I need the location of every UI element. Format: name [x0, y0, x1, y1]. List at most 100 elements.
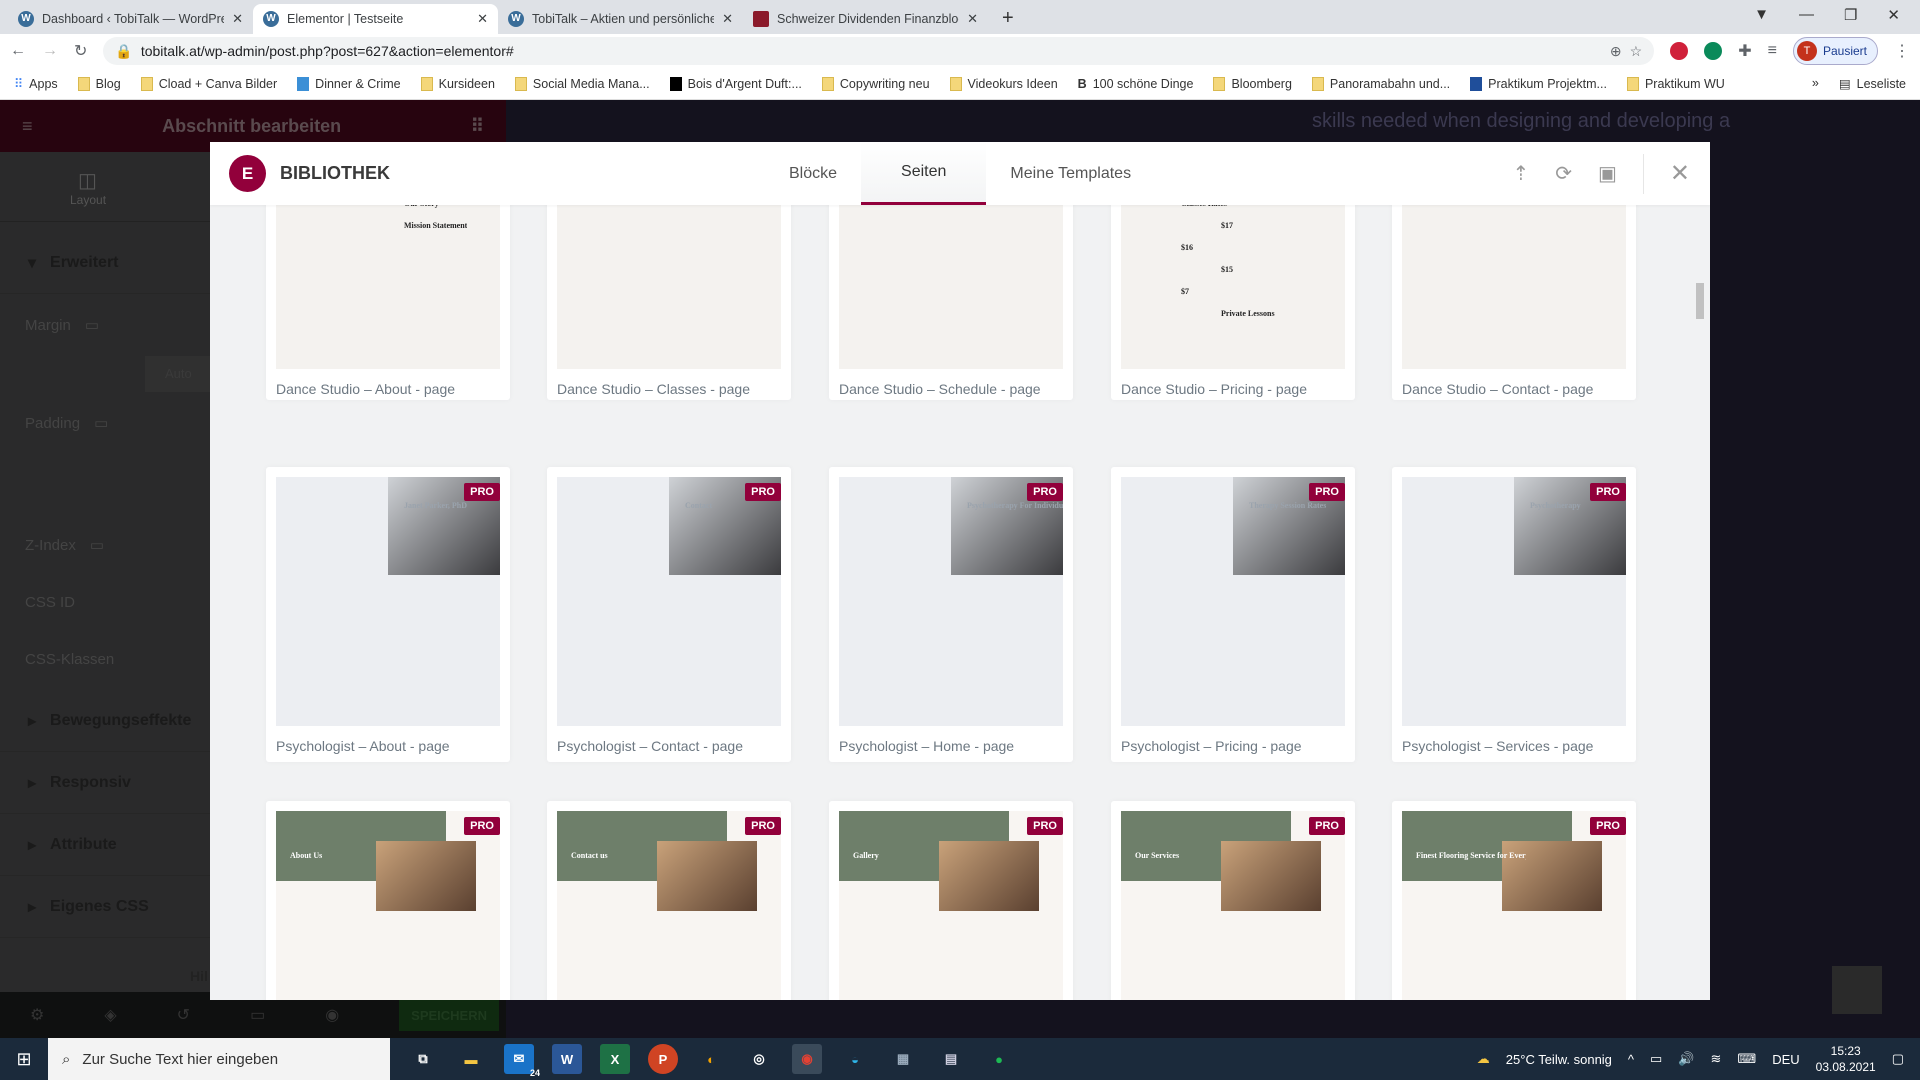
- camera-icon[interactable]: ▭: [1650, 1051, 1662, 1067]
- minimize-icon[interactable]: —: [1799, 6, 1814, 24]
- extensions-icon[interactable]: ✚: [1738, 41, 1751, 61]
- template-thumbnail[interactable]: Contact: [557, 477, 781, 726]
- history-icon[interactable]: ↺: [177, 1005, 190, 1025]
- adblock-icon[interactable]: [1670, 42, 1689, 60]
- template-card[interactable]: Dance Studio – Classes - page: [547, 175, 791, 400]
- language[interactable]: DEU: [1772, 1052, 1799, 1067]
- tab-meine-templates[interactable]: Meine Templates: [986, 142, 1155, 205]
- volume-icon[interactable]: 🔊: [1678, 1051, 1694, 1067]
- zoom-icon[interactable]: ⊕: [1610, 43, 1622, 60]
- obs-icon[interactable]: ◎: [744, 1044, 774, 1074]
- browser-tab-active[interactable]: W Elementor | Testseite ✕: [253, 4, 498, 34]
- browser-tab[interactable]: W TobiTalk – Aktien und persönliche ✕: [498, 4, 743, 34]
- template-thumbnail[interactable]: Contact us: [557, 811, 781, 1000]
- help-link[interactable]: Hil: [190, 968, 208, 984]
- restore-icon[interactable]: ❐: [1844, 6, 1857, 24]
- forward-icon[interactable]: →: [42, 42, 58, 60]
- close-tab-icon[interactable]: ✕: [477, 11, 488, 27]
- bookmark-star-icon[interactable]: ☆: [1630, 43, 1643, 60]
- file-explorer-icon[interactable]: ▬: [456, 1044, 486, 1074]
- mail-icon[interactable]: ✉ 24: [504, 1044, 540, 1078]
- tray-chevron-icon[interactable]: ^: [1628, 1052, 1634, 1067]
- task-view-icon[interactable]: ⧉: [408, 1044, 438, 1074]
- template-thumbnail[interactable]: Psychotherapy For Individuals, Couples &…: [839, 477, 1063, 726]
- template-card[interactable]: Janet Parker, PhD PRO Psychologist – About…: [266, 467, 510, 762]
- bookmark[interactable]: Blog: [77, 76, 121, 91]
- more-bookmarks[interactable]: »: [1812, 76, 1819, 91]
- template-thumbnail[interactable]: Psychotherapy: [1402, 477, 1626, 726]
- bookmark[interactable]: Kursideen: [420, 76, 495, 91]
- template-card[interactable]: Our StoryMission StatementDance Studio –…: [266, 175, 510, 400]
- template-card[interactable]: Dance Studio – Schedule - page: [829, 175, 1073, 400]
- tab-bloecke[interactable]: Blöcke: [765, 142, 861, 205]
- tab-seiten[interactable]: Seiten: [861, 142, 987, 205]
- scrollbar[interactable]: [1696, 205, 1704, 1000]
- powerpoint-icon[interactable]: P: [648, 1044, 678, 1074]
- import-icon[interactable]: ⇡: [1512, 161, 1529, 186]
- navigator-icon[interactable]: ◈: [104, 1005, 116, 1025]
- bookmark[interactable]: Videokurs Ideen: [949, 76, 1058, 91]
- template-card[interactable]: Therapy Session Rates PRO Psychologist – P…: [1111, 467, 1355, 762]
- bookmark[interactable]: Praktikum Projektm...: [1470, 76, 1607, 91]
- bookmark[interactable]: B 100 schöne Dinge: [1078, 77, 1194, 91]
- bookmark[interactable]: Praktikum WU: [1626, 76, 1725, 91]
- close-tab-icon[interactable]: ✕: [967, 11, 978, 27]
- close-icon[interactable]: ✕: [1670, 159, 1690, 188]
- bookmark[interactable]: Social Media Mana...: [514, 76, 650, 91]
- notifications-icon[interactable]: ▢: [1892, 1051, 1904, 1067]
- sync-icon[interactable]: ⟳: [1555, 161, 1572, 186]
- template-thumbnail[interactable]: About Us: [276, 811, 500, 1000]
- template-thumbnail[interactable]: Our Services: [1121, 811, 1345, 1000]
- bookmark[interactable]: Bloomberg: [1213, 76, 1292, 91]
- hamburger-icon[interactable]: ≡: [22, 116, 33, 137]
- app-icon[interactable]: ◐: [696, 1044, 726, 1074]
- back-icon[interactable]: ←: [10, 42, 26, 60]
- reading-list[interactable]: ▤ Leseliste: [1839, 76, 1906, 92]
- template-thumbnail[interactable]: Gallery: [839, 811, 1063, 1000]
- weather-text[interactable]: 25°C Teilw. sonnig: [1506, 1052, 1612, 1067]
- bookmark[interactable]: Bois d'Argent Duft:...: [669, 76, 802, 91]
- excel-icon[interactable]: X: [600, 1044, 630, 1074]
- close-window-icon[interactable]: ✕: [1887, 6, 1900, 24]
- scrollbar-thumb[interactable]: [1696, 283, 1704, 319]
- save-button[interactable]: SPEICHERN: [399, 999, 500, 1031]
- url-bar[interactable]: 🔒 tobitalk.at/wp-admin/post.php?post=627&…: [103, 37, 1655, 65]
- wifi-icon[interactable]: ≋: [1711, 1051, 1722, 1067]
- spotify-icon[interactable]: ●: [984, 1044, 1014, 1074]
- template-card[interactable]: Our Services PRO: [1111, 801, 1355, 1000]
- windows-start-icon[interactable]: ⊞: [0, 1049, 48, 1070]
- profile-button[interactable]: T Pausiert: [1792, 37, 1878, 65]
- template-thumbnail[interactable]: Janet Parker, PhD: [276, 477, 500, 726]
- preview-icon[interactable]: ◉: [325, 1005, 339, 1025]
- app-icon[interactable]: ▦: [888, 1044, 918, 1074]
- widgets-grid-icon[interactable]: ⠿: [471, 116, 484, 137]
- reload-icon[interactable]: ↻: [74, 41, 87, 61]
- bookmark[interactable]: Dinner & Crime: [297, 76, 401, 91]
- menu-icon[interactable]: ⋮: [1894, 41, 1910, 61]
- bookmark[interactable]: Copywriting neu: [821, 76, 930, 91]
- new-tab-button[interactable]: +: [988, 7, 1028, 34]
- browser-tab[interactable]: W Dashboard ‹ TobiTalk — WordPress ✕: [8, 4, 253, 34]
- edge-icon[interactable]: ◒: [840, 1044, 870, 1074]
- keyboard-icon[interactable]: ⌨: [1737, 1051, 1756, 1067]
- close-tab-icon[interactable]: ✕: [722, 11, 733, 27]
- bookmark[interactable]: Panoramabahn und...: [1311, 76, 1450, 91]
- grammarly-icon[interactable]: [1704, 42, 1723, 60]
- template-card[interactable]: Psychotherapy PRO Psychologist – Services …: [1392, 467, 1636, 762]
- template-card[interactable]: Classes Rates$17$16$15$7Private LessonsD…: [1111, 175, 1355, 400]
- template-card[interactable]: Contact us PRO: [547, 801, 791, 1000]
- chrome-icon[interactable]: ◉: [792, 1044, 822, 1074]
- app-icon[interactable]: ▤: [936, 1044, 966, 1074]
- tab-search-icon[interactable]: ▼: [1754, 6, 1769, 24]
- template-card[interactable]: Contact PRO Psychologist – Contact - page: [547, 467, 791, 762]
- template-thumbnail[interactable]: Finest Flooring Service for Every Living…: [1402, 811, 1626, 1000]
- clock[interactable]: 15:23 03.08.2021: [1816, 1043, 1876, 1075]
- template-card[interactable]: Gallery PRO: [829, 801, 1073, 1000]
- bookmark[interactable]: Cload + Canva Bilder: [140, 76, 277, 91]
- settings-icon[interactable]: ⚙: [30, 1005, 44, 1025]
- word-icon[interactable]: W: [552, 1044, 582, 1074]
- close-tab-icon[interactable]: ✕: [232, 11, 243, 27]
- browser-tab[interactable]: Schweizer Dividenden Finanzblog ✕: [743, 4, 988, 34]
- template-card[interactable]: Finest Flooring Service for Every Living…: [1392, 801, 1636, 1000]
- taskbar-search[interactable]: ⌕ Zur Suche Text hier eingeben: [48, 1038, 390, 1080]
